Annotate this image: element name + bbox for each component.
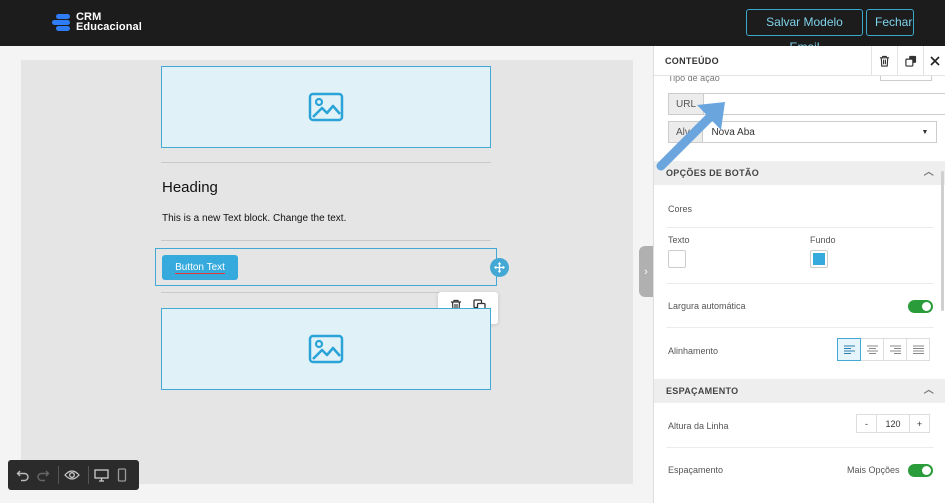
background-color-label: Fundo [810,235,836,245]
target-select[interactable]: Nova Aba ▼ [703,121,938,143]
text-color-swatch[interactable] [668,250,686,268]
move-handle-icon[interactable] [490,258,509,277]
delete-block-button[interactable] [871,46,897,76]
align-right-button[interactable] [883,338,907,361]
chevron-right-icon: › [644,265,648,278]
align-justify-icon [912,345,924,354]
align-center-button[interactable] [860,338,884,361]
line-height-stepper: - 120 + [856,414,930,433]
divider [161,162,491,163]
panel-collapse-handle[interactable]: › [639,246,653,297]
editor-canvas-area: Heading This is a new Text block. Change… [0,46,653,503]
line-height-decrement[interactable]: - [856,414,877,433]
align-center-icon [866,345,878,354]
panel-title: CONTEÚDO [665,56,719,66]
panel-header: CONTEÚDO [654,46,945,76]
image-placeholder-icon [308,92,344,122]
close-panel-button[interactable] [923,46,945,76]
auto-width-label: Largura automática [668,301,746,311]
colors-label: Cores [668,204,693,214]
logo-text-line2: Educacional [76,21,142,33]
line-height-increment[interactable]: + [909,414,930,433]
email-button-block[interactable]: Button Text [162,255,238,280]
image-placeholder-icon [308,334,344,364]
desktop-view-icon[interactable] [93,465,111,485]
more-options-label: Mais Opções [847,465,900,475]
spacing-section-header[interactable]: ESPAÇAMENTO ︿ [654,379,945,403]
button-row-selected[interactable]: Button Text [155,248,497,286]
spacing-label: Espaçamento [668,465,724,475]
close-icon [930,56,940,66]
url-input[interactable] [704,93,945,115]
bottom-toolbar [8,460,139,490]
logo-icon [52,12,72,32]
chevron-up-icon: ︿ [923,385,934,396]
heading-block[interactable]: Heading [162,179,218,196]
align-left-button[interactable] [837,338,861,361]
image-block-top[interactable] [161,66,491,148]
panel-scrollbar[interactable] [941,171,944,311]
logo: CRM Educacional [52,12,142,33]
annotation-arrow-icon [656,102,725,171]
caret-down-icon: ▼ [921,128,929,136]
text-color-label: Texto [668,235,690,245]
alignment-label: Alinhamento [668,346,719,356]
background-color-swatch[interactable] [810,250,828,268]
redo-icon[interactable] [34,465,52,485]
top-bar: CRM Educacional Salvar Modelo Email Fech… [0,0,945,54]
duplicate-icon [904,55,916,67]
duplicate-block-button[interactable] [897,46,923,76]
trash-icon [879,55,890,67]
align-justify-button[interactable] [906,338,930,361]
mobile-view-icon[interactable] [113,465,131,485]
auto-width-toggle[interactable] [908,300,933,313]
line-height-value[interactable]: 120 [876,414,910,433]
spacing-title: ESPAÇAMENTO [666,386,739,396]
image-block-bottom[interactable] [161,308,491,390]
save-template-button[interactable]: Salvar Modelo Email [746,9,863,54]
preview-eye-icon[interactable] [63,465,81,485]
email-button-label: Button Text [175,261,225,274]
undo-icon[interactable] [14,465,32,485]
alignment-group [837,338,930,361]
more-options-toggle[interactable] [908,464,933,477]
line-height-label: Altura da Linha [668,421,729,431]
align-right-icon [889,345,901,354]
chevron-up-icon: ︿ [923,167,934,178]
divider [161,240,491,241]
close-button[interactable]: Fechar [866,9,914,36]
email-canvas: Heading This is a new Text block. Change… [21,60,633,484]
align-left-icon [843,345,855,354]
text-block[interactable]: This is a new Text block. Change the tex… [162,213,346,224]
